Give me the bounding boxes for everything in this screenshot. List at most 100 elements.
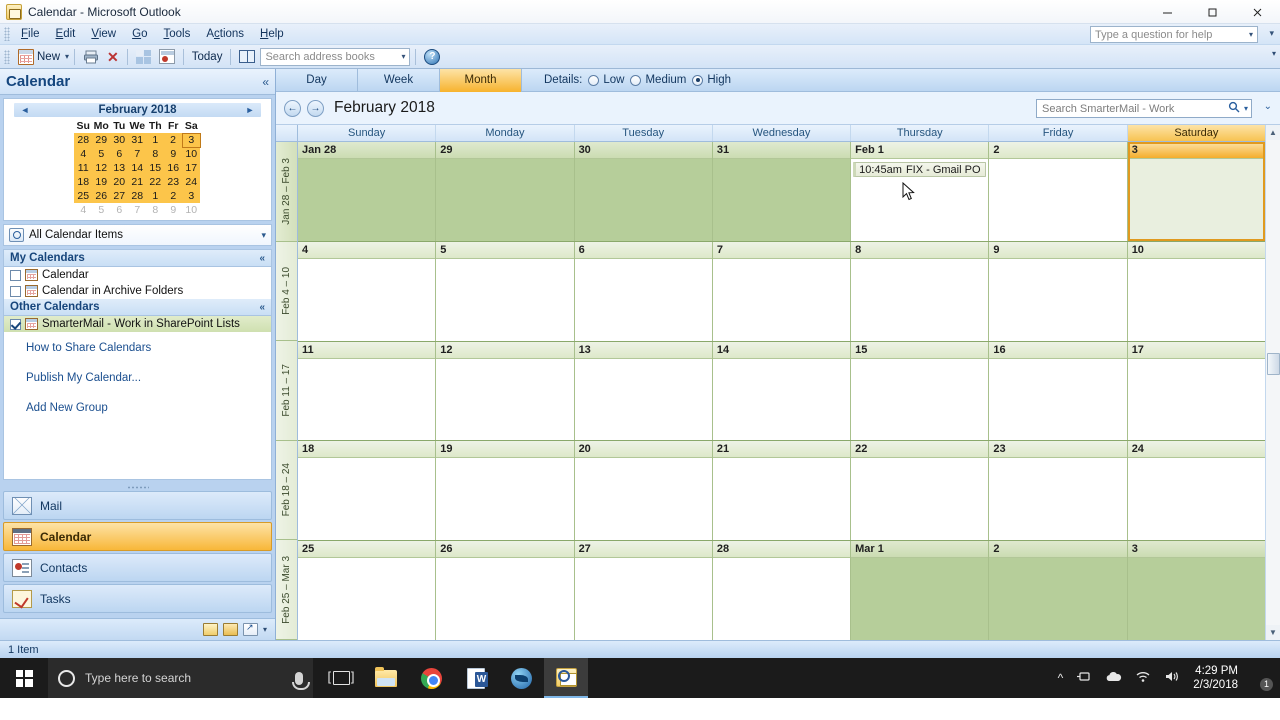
day-cell[interactable]: Feb 1 10:45am FIX - Gmail PO [851, 142, 990, 241]
shortcuts-icon[interactable] [242, 622, 258, 636]
day-cell[interactable]: 15 [851, 341, 990, 441]
day-body[interactable] [713, 458, 850, 540]
day-body[interactable] [989, 159, 1126, 241]
help-question-input[interactable]: Type a question for help ▾ [1090, 26, 1258, 43]
minical-day[interactable]: 13 [110, 161, 129, 175]
minical-day[interactable]: 6 [110, 147, 129, 161]
minical-day[interactable]: 27 [110, 189, 129, 203]
menu-go[interactable]: Go [124, 26, 155, 42]
day-cell[interactable]: 30 [574, 142, 713, 241]
day-body[interactable] [575, 159, 712, 241]
day-cell[interactable]: 19 [436, 441, 575, 541]
sidebar-item-calendar[interactable]: Calendar [3, 522, 272, 551]
day-cell[interactable]: 11 [298, 341, 437, 441]
toolbar-overflow-button[interactable]: ▾ [1272, 49, 1276, 58]
thunderbird-button[interactable] [499, 658, 543, 698]
minical-day[interactable]: 4 [74, 203, 92, 217]
week-label[interactable]: Feb 18 – 24 [276, 440, 297, 541]
minical-day[interactable]: 14 [128, 161, 147, 175]
day-cell[interactable]: 2 [989, 541, 1128, 640]
week-label[interactable]: Feb 11 – 17 [276, 341, 297, 441]
day-body[interactable] [436, 458, 573, 540]
details-option-low[interactable]: Low [588, 74, 624, 86]
minical-day[interactable]: 15 [146, 161, 165, 175]
day-body[interactable] [298, 159, 435, 241]
maximize-button[interactable] [1190, 0, 1235, 24]
scroll-up-button[interactable]: ▲ [1265, 125, 1280, 140]
navpane-footer-caret[interactable]: ▾ [263, 625, 267, 634]
minical-day[interactable]: 12 [92, 161, 111, 175]
day-body[interactable] [851, 558, 988, 640]
day-body[interactable] [436, 259, 573, 341]
minical-day[interactable]: 8 [146, 203, 164, 217]
day-cell[interactable]: 28 [712, 541, 852, 640]
notes-icon[interactable] [202, 623, 218, 636]
menu-view[interactable]: View [83, 26, 124, 42]
details-option-medium[interactable]: Medium [630, 74, 686, 86]
minical-day[interactable]: 10 [182, 147, 201, 161]
day-body[interactable] [713, 558, 850, 640]
day-cell[interactable]: 12 [436, 341, 575, 441]
outlook-taskbar-button[interactable] [544, 658, 588, 698]
new-button[interactable]: New [15, 47, 63, 67]
day-cell[interactable]: 9 [989, 241, 1128, 341]
week-label[interactable]: Jan 28 – Feb 3 [276, 142, 297, 242]
vertical-scrollbar[interactable]: ▲ ▼ [1265, 125, 1280, 640]
chevron-up-icon[interactable]: « [259, 302, 265, 313]
minical-day[interactable]: 18 [74, 175, 93, 189]
menu-help[interactable]: Help [252, 26, 292, 42]
day-body[interactable] [298, 558, 435, 640]
print-button[interactable] [80, 47, 102, 67]
day-body[interactable] [1128, 558, 1265, 640]
taskbar-search-input[interactable]: Type here to search [48, 658, 313, 698]
day-body[interactable] [575, 359, 712, 441]
link-publish-my-calendar[interactable]: Publish My Calendar... [26, 372, 271, 384]
address-book-button[interactable] [236, 48, 258, 65]
calendar-checkbox[interactable] [10, 269, 21, 281]
day-body[interactable] [851, 458, 988, 540]
search-dropdown-caret[interactable]: ▾ [1244, 104, 1248, 113]
day-cell[interactable]: 17 [1127, 341, 1265, 441]
minical-day[interactable]: 10 [182, 203, 200, 217]
scrollbar-track[interactable] [1265, 140, 1280, 625]
day-cell[interactable]: 6 [574, 241, 713, 341]
new-dropdown-caret[interactable]: ▾ [65, 52, 69, 61]
day-cell[interactable]: 18 [298, 441, 437, 541]
minical-day[interactable]: 7 [128, 147, 147, 161]
day-of-week-header[interactable]: Thursday [851, 125, 990, 141]
day-body[interactable] [989, 458, 1126, 540]
day-cell[interactable]: 31 [712, 142, 852, 241]
minical-day[interactable]: 29 [92, 133, 111, 147]
day-body[interactable] [575, 259, 712, 341]
day-cell[interactable]: 13 [574, 341, 713, 441]
day-body[interactable] [989, 558, 1126, 640]
minical-day[interactable]: 25 [74, 189, 93, 203]
radio-low[interactable] [588, 74, 600, 86]
day-body[interactable] [575, 458, 712, 540]
menu-file[interactable]: File [13, 26, 48, 42]
minical-day[interactable]: 23 [164, 175, 183, 189]
file-explorer-button[interactable] [364, 658, 408, 698]
details-option-high[interactable]: High [692, 74, 731, 86]
network-icon[interactable] [1076, 670, 1092, 686]
day-cell[interactable]: 21 [712, 441, 852, 541]
task-view-button[interactable] [319, 658, 363, 698]
day-of-week-header[interactable]: Tuesday [575, 125, 713, 141]
onedrive-icon[interactable] [1105, 671, 1122, 686]
day-cell[interactable]: 22 [851, 441, 990, 541]
day-body[interactable] [1128, 359, 1265, 441]
day-cell[interactable]: 24 [1127, 441, 1265, 541]
minical-day[interactable]: 21 [128, 175, 147, 189]
minimize-button[interactable] [1145, 0, 1190, 24]
clock[interactable]: 4:29 PM 2/3/2018 [1193, 664, 1238, 692]
tab-month[interactable]: Month [440, 68, 522, 92]
day-body[interactable] [1127, 159, 1265, 241]
minical-day[interactable]: 6 [110, 203, 128, 217]
day-cell[interactable]: Jan 28 [298, 142, 437, 241]
minical-day[interactable]: 28 [128, 189, 147, 203]
minical-day[interactable]: 11 [74, 161, 93, 175]
day-of-week-header[interactable]: Sunday [298, 125, 437, 141]
day-cell[interactable]: 29 [436, 142, 575, 241]
day-cell[interactable]: 25 [298, 541, 437, 640]
help-dropdown-caret[interactable]: ▾ [1249, 30, 1253, 39]
